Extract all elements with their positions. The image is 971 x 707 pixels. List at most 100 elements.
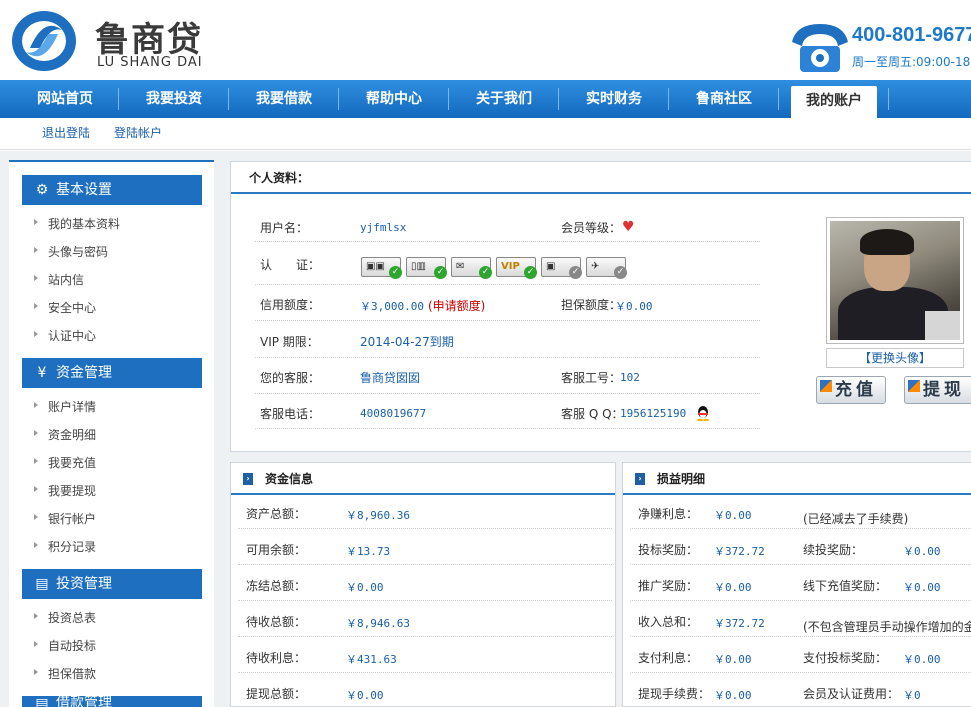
sidebar-item-withdraw[interactable]: 我要提现 <box>34 482 96 499</box>
nav-item-borrow[interactable]: 我要借款 <box>229 80 339 118</box>
row-divider <box>255 320 760 321</box>
sidebar-item-recharge[interactable]: 我要充值 <box>34 454 96 471</box>
nav-item-help[interactable]: 帮助中心 <box>339 80 449 118</box>
phone-verify-icon[interactable]: ▯▥ ✓ <box>406 257 447 279</box>
withdraw-fee-value: ￥0.00 <box>714 689 752 702</box>
section-arrow-icon: › <box>635 473 645 485</box>
gear-icon: ⚙ <box>35 182 49 198</box>
pending-interest-label: 待收利息： <box>246 651 307 665</box>
sidebar-group-title: 借款管理 <box>56 696 112 707</box>
paid-interest-value: ￥0.00 <box>714 653 752 666</box>
heart-icon: ♥ <box>622 219 635 235</box>
service-tel-value: 4008019677 <box>360 407 427 420</box>
sidebar-group-funds[interactable]: ¥ 资金管理 <box>22 358 202 388</box>
sidebar-group-title: 基本设置 <box>56 182 112 198</box>
book-icon: ▤ <box>35 696 49 707</box>
service-qq-label: 客服 Q Q： <box>561 407 624 421</box>
username-value: yjfmlsx <box>360 221 407 234</box>
withdraw-button[interactable]: 提现 <box>904 376 971 404</box>
row-divider <box>630 564 971 565</box>
nav-item-finance[interactable]: 实时财务 <box>559 80 669 118</box>
sidebar-item-avatar-password[interactable]: 头像与密码 <box>34 243 108 260</box>
photo-verify-icon[interactable]: ▣ ✓ <box>541 257 582 279</box>
pencil-icon <box>820 380 832 392</box>
row-divider <box>630 636 971 637</box>
row-divider <box>630 672 971 673</box>
paid-interest-label: 支付利息： <box>638 651 699 665</box>
qq-penguin-icon[interactable] <box>696 405 710 421</box>
nav-item-invest[interactable]: 我要投资 <box>119 80 229 118</box>
avatar-photo <box>830 221 960 340</box>
vip-value: 2014-04-27到期 <box>360 335 454 349</box>
login-link[interactable]: 登陆帐户 <box>114 124 162 141</box>
pending-interest-value: ￥431.63 <box>346 653 397 666</box>
apply-credit-link[interactable]: (申请额度) <box>428 297 485 314</box>
logout-link[interactable]: 退出登陆 <box>42 124 90 141</box>
nav-item-about[interactable]: 关于我们 <box>449 80 559 118</box>
sidebar-item-guarantee-loan[interactable]: 担保借款 <box>34 665 96 682</box>
brand-name[interactable]: 鲁商贷 <box>95 12 203 61</box>
change-avatar-link[interactable]: 【更换头像】 <box>826 348 964 368</box>
id-verify-icon[interactable]: ▣▣ ✓ <box>361 257 402 279</box>
sidebar-group-loans[interactable]: ▤ 借款管理 <box>22 696 202 707</box>
recharge-label: 充值 <box>835 380 877 400</box>
sidebar-group-basic[interactable]: ⚙ 基本设置 <box>22 175 202 205</box>
member-level-label: 会员等级： <box>561 221 622 235</box>
nav-item-home[interactable]: 网站首页 <box>10 80 120 118</box>
sidebar-item-invest-summary[interactable]: 投资总表 <box>34 609 96 626</box>
funds-title-text: 资金信息 <box>265 472 314 486</box>
row-divider <box>630 528 971 529</box>
recharge-button[interactable]: 充值 <box>816 376 886 404</box>
sidebar-group-invest[interactable]: ▤ 投资管理 <box>22 569 202 599</box>
vip-verify-icon[interactable]: VIP ✓ <box>496 257 537 279</box>
offline-reward-value: ￥0.00 <box>903 581 941 594</box>
nav-divider <box>888 88 889 110</box>
logo-icon[interactable] <box>10 8 78 74</box>
sidebar-item-account-detail[interactable]: 账户详情 <box>34 398 96 415</box>
service-label: 您的客服： <box>260 371 321 385</box>
row-divider <box>238 636 612 637</box>
sidebar-item-verification[interactable]: 认证中心 <box>34 327 96 344</box>
sidebar-item-security[interactable]: 安全中心 <box>34 299 96 316</box>
hotline-number: 400-801-9677 <box>852 24 971 46</box>
income-total-note: (不包含管理员手动操作增加的金 <box>803 620 971 634</box>
pnl-title-text: 损益明细 <box>657 472 706 486</box>
total-assets-label: 资产总额： <box>246 507 307 521</box>
video-verify-icon[interactable]: ✈ ✓ <box>586 257 627 279</box>
net-interest-note: (已经减去了手续费) <box>803 512 909 526</box>
member-fee-value: ￥0 <box>903 689 921 702</box>
sidebar-item-fund-detail[interactable]: 资金明细 <box>34 426 96 443</box>
available-balance-value: ￥13.73 <box>346 545 391 558</box>
net-interest-label: 净赚利息： <box>638 507 699 521</box>
sub-nav: 退出登陆 登陆帐户 <box>0 118 971 150</box>
guarantee-label: 担保额度： <box>561 298 622 312</box>
paid-bid-reward-value: ￥0.00 <box>903 653 941 666</box>
sidebar-item-auto-bid[interactable]: 自动投标 <box>34 637 96 654</box>
guarantee-value: ￥0.00 <box>615 300 653 313</box>
credit-label: 信用额度： <box>260 298 321 312</box>
total-assets-value: ￥8,960.36 <box>346 509 410 522</box>
withdraw-label: 提现 <box>923 380 965 400</box>
service-tel-label: 客服电话： <box>260 407 321 421</box>
nav-item-account[interactable]: 我的账户 <box>791 86 877 118</box>
email-verify-icon[interactable]: ✉ ✓ <box>451 257 492 279</box>
service-qq-value[interactable]: 1956125190 <box>620 407 686 420</box>
nav-item-community[interactable]: 鲁商社区 <box>669 80 779 118</box>
verify-label: 认 证： <box>260 258 321 272</box>
withdraw-fee-label: 提现手续费： <box>638 687 711 701</box>
sidebar-item-messages[interactable]: 站内信 <box>34 271 84 288</box>
pending-total-label: 待收总额： <box>246 615 307 629</box>
withdrawn-total-label: 提现总额： <box>246 687 307 701</box>
sidebar-item-basic-info[interactable]: 我的基本资料 <box>34 215 120 232</box>
profile-title: 个人资料： <box>231 162 971 194</box>
account-sidebar: ⚙ 基本设置 我的基本资料 头像与密码 站内信 安全中心 认证中心 ¥ 资金管理… <box>9 160 214 707</box>
sidebar-group-title: 资金管理 <box>56 365 112 381</box>
row-divider <box>255 428 760 429</box>
sidebar-item-points[interactable]: 积分记录 <box>34 538 96 555</box>
row-divider <box>238 600 612 601</box>
funds-title: › 资金信息 <box>231 463 615 495</box>
row-divider <box>255 284 760 285</box>
vip-label: VIP 期限： <box>260 335 319 349</box>
withdrawn-total-value: ￥0.00 <box>346 689 384 702</box>
sidebar-item-bank-account[interactable]: 银行帐户 <box>34 510 96 527</box>
